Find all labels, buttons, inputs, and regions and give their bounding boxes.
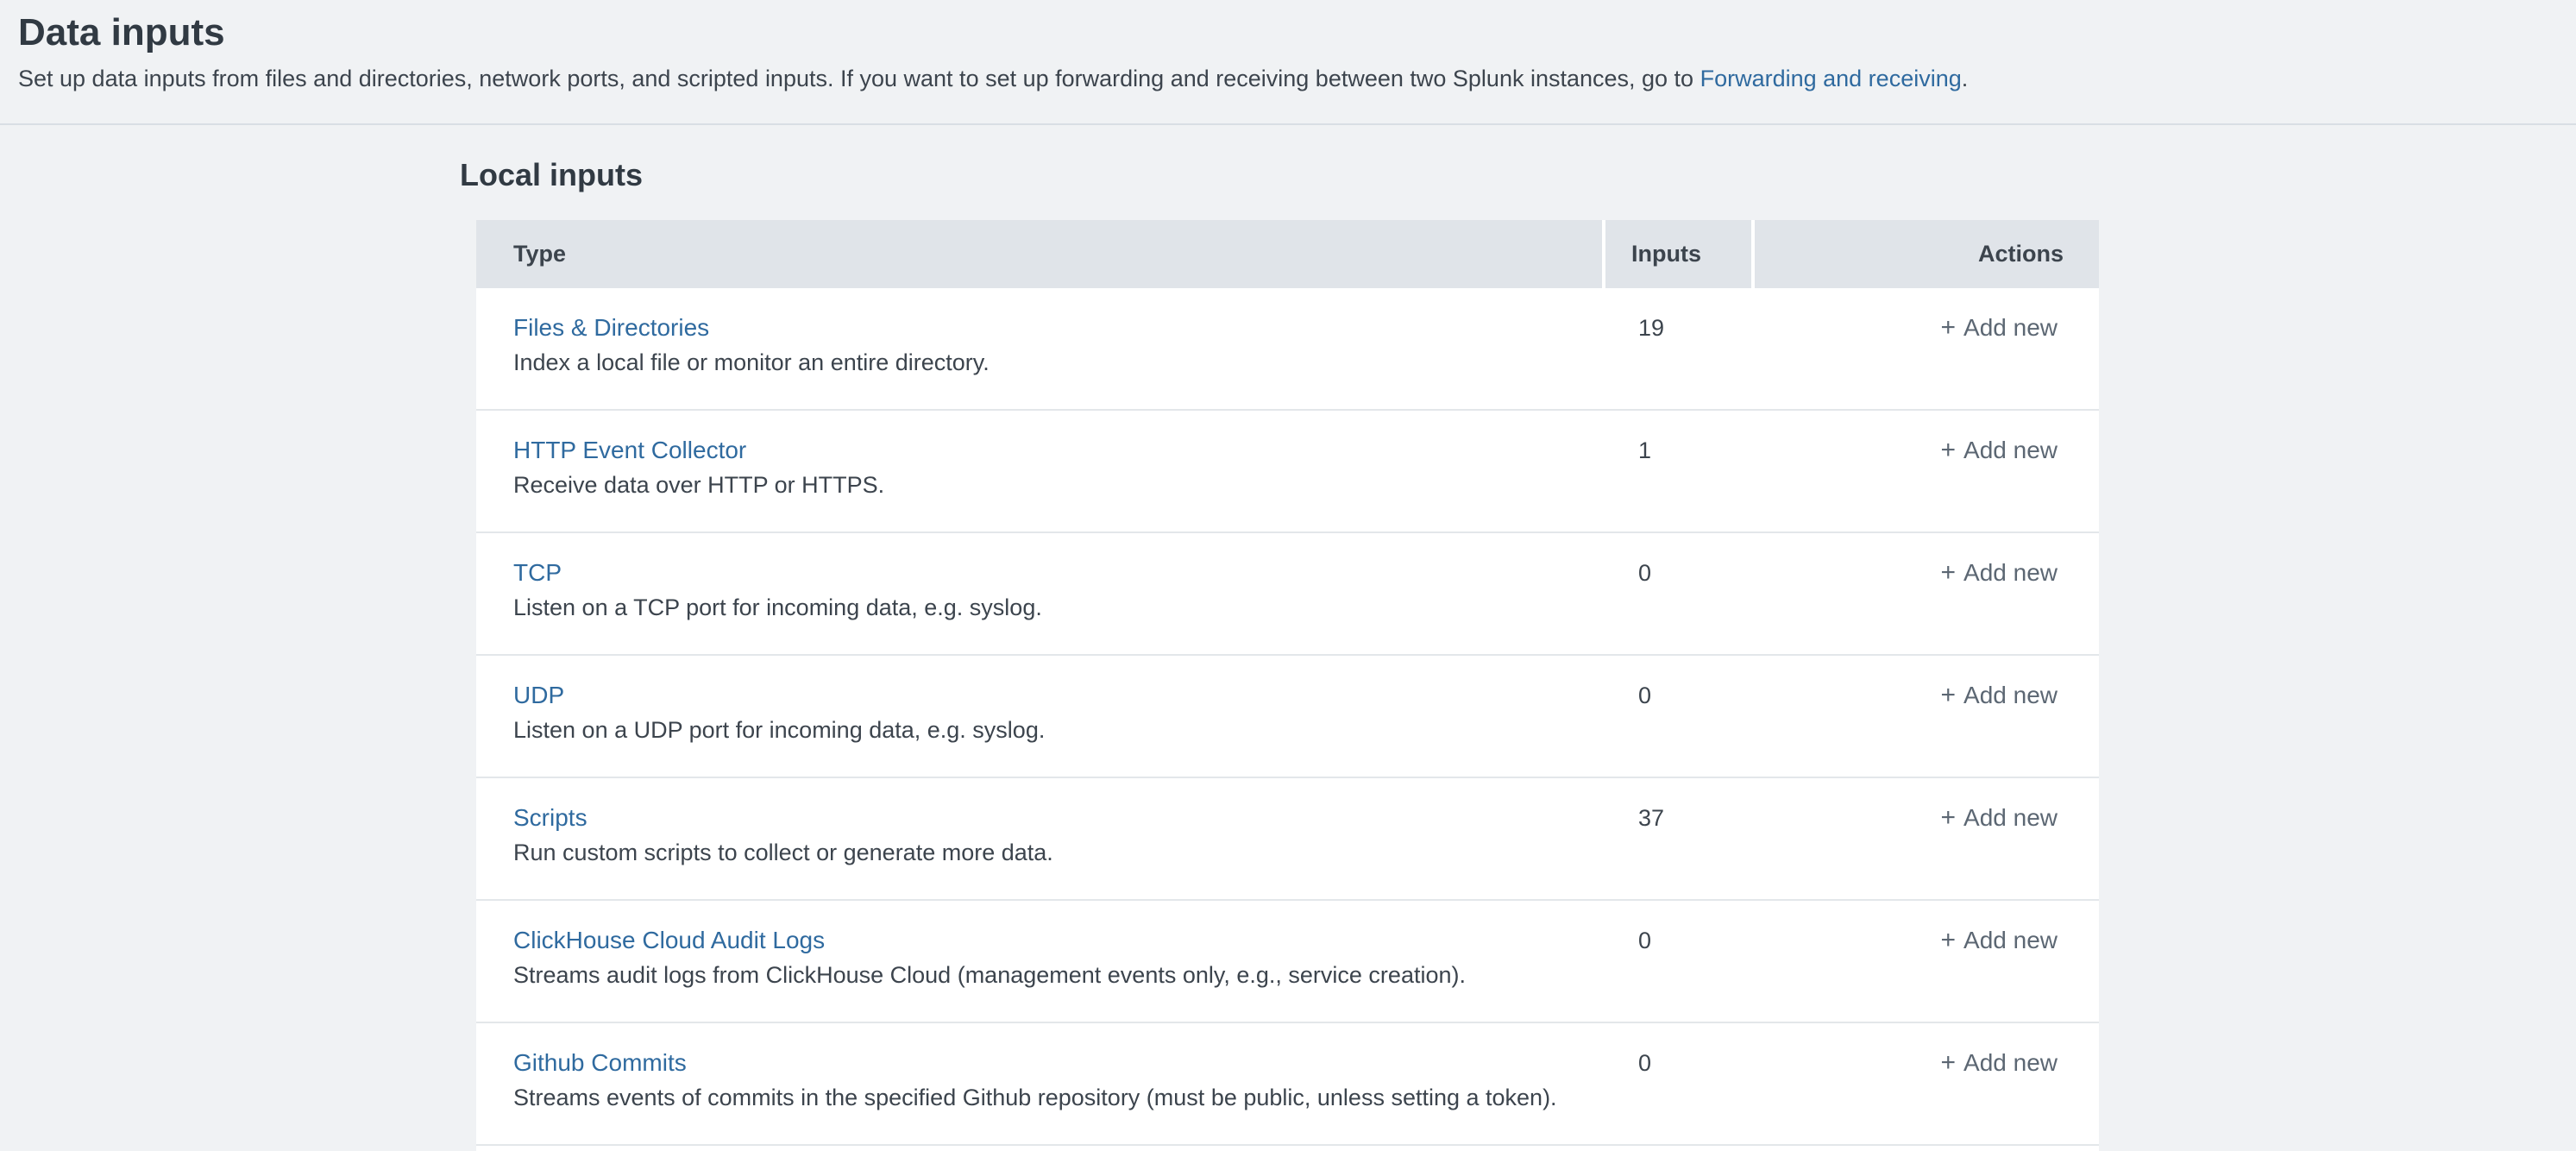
input-type-link[interactable]: ClickHouse Cloud Audit Logs [513, 923, 825, 958]
plus-icon: + [1941, 313, 1957, 342]
inputs-count: 0 [1602, 533, 1748, 654]
add-new-label: Add new [1963, 804, 2058, 831]
input-type-link[interactable]: TCP [513, 556, 562, 590]
page-subtitle-period: . [1962, 66, 1969, 91]
page-title: Data inputs [18, 9, 2576, 57]
table-row: UDP Listen on a UDP port for incoming da… [476, 656, 2099, 778]
add-new-label: Add new [1963, 927, 2058, 953]
forwarding-and-receiving-link[interactable]: Forwarding and receiving [1700, 66, 1962, 91]
input-type-description: Run custom scripts to collect or generat… [513, 835, 1602, 870]
inputs-count: 19 [1602, 288, 1748, 409]
column-header-type: Type [476, 220, 1602, 288]
table-row: HTTP Event Collector Receive data over H… [476, 411, 2099, 533]
add-new-button[interactable]: +Add new [1941, 678, 2058, 713]
add-new-button[interactable]: +Add new [1941, 1046, 2058, 1080]
data-inputs-table: Type Inputs Actions Files & Directories … [476, 220, 2099, 1151]
table-row: Github Commits Streams events of commits… [476, 1023, 2099, 1146]
table-row: Files & Directories Index a local file o… [476, 288, 2099, 411]
add-new-label: Add new [1963, 559, 2058, 586]
column-header-actions: Actions [1755, 220, 2099, 288]
input-type-description: Receive data over HTTP or HTTPS. [513, 468, 1602, 502]
page-subtitle: Set up data inputs from files and direct… [18, 64, 2576, 93]
input-type-link[interactable]: Scripts [513, 801, 587, 835]
plus-icon: + [1941, 681, 1957, 709]
table-row: ClickHouse Cloud Audit Logs Streams audi… [476, 901, 2099, 1023]
plus-icon: + [1941, 436, 1957, 464]
add-new-label: Add new [1963, 437, 2058, 463]
page-subtitle-text: Set up data inputs from files and direct… [18, 66, 1700, 91]
add-new-button[interactable]: +Add new [1941, 556, 2058, 590]
input-type-description: Listen on a TCP port for incoming data, … [513, 590, 1602, 625]
add-new-label: Add new [1963, 314, 2058, 341]
inputs-count: 0 [1602, 901, 1748, 1022]
inputs-count: 1 [1602, 411, 1748, 531]
input-type-description: Streams events of commits in the specifi… [513, 1080, 1602, 1115]
plus-icon: + [1941, 926, 1957, 954]
add-new-button[interactable]: +Add new [1941, 801, 2058, 835]
input-type-link[interactable]: HTTP Event Collector [513, 433, 746, 468]
inputs-count: 37 [1602, 778, 1748, 899]
local-inputs-section: Local inputs Type Inputs Actions Files &… [460, 125, 2576, 1151]
table-row: TCP Listen on a TCP port for incoming da… [476, 533, 2099, 656]
input-type-description: Streams audit logs from ClickHouse Cloud… [513, 958, 1602, 992]
plus-icon: + [1941, 1048, 1957, 1077]
table-header-row: Type Inputs Actions [476, 220, 2099, 288]
plus-icon: + [1941, 558, 1957, 587]
add-new-button[interactable]: +Add new [1941, 311, 2058, 345]
add-new-button[interactable]: +Add new [1941, 923, 2058, 958]
plus-icon: + [1941, 803, 1957, 832]
table-row-partial [476, 1146, 2099, 1151]
inputs-count: 0 [1602, 656, 1748, 777]
input-type-link[interactable]: UDP [513, 678, 564, 713]
page-header: Data inputs Set up data inputs from file… [0, 0, 2576, 125]
add-new-button[interactable]: +Add new [1941, 433, 2058, 468]
input-type-link[interactable]: Github Commits [513, 1046, 687, 1080]
input-type-description: Index a local file or monitor an entire … [513, 345, 1602, 380]
input-type-link[interactable]: Files & Directories [513, 311, 709, 345]
add-new-label: Add new [1963, 682, 2058, 708]
table-row: Scripts Run custom scripts to collect or… [476, 778, 2099, 901]
section-heading: Local inputs [460, 156, 2576, 194]
inputs-count: 0 [1602, 1023, 1748, 1144]
column-header-inputs: Inputs [1605, 220, 1751, 288]
input-type-description: Listen on a UDP port for incoming data, … [513, 713, 1602, 747]
add-new-label: Add new [1963, 1049, 2058, 1076]
